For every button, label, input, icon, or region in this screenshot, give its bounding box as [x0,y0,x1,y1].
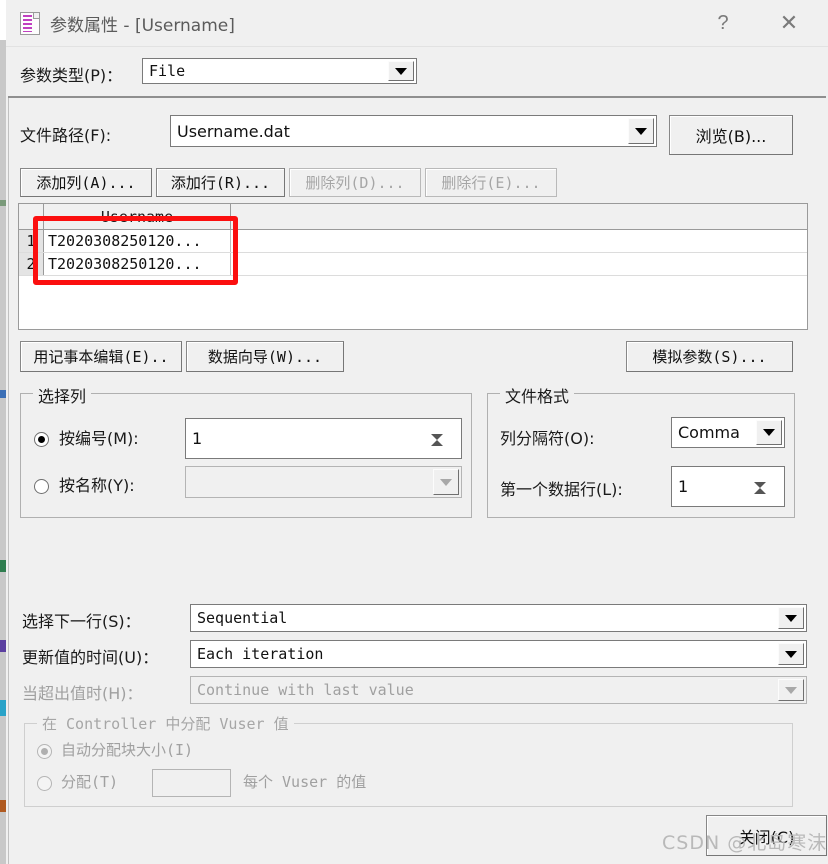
update-value-on-label: 更新值的时间(U)： [22,648,159,667]
first-data-row-label: 第一个数据行(L): [500,480,623,499]
allocate-vuser-values-group: 在 Controller 中分配 Vuser 值 自动分配块大小(I) 分配(T… [24,713,793,807]
data-wizard-button[interactable]: 数据向导(W)... [186,341,344,372]
browse-button[interactable]: 浏览(B)... [669,115,793,155]
select-next-row-label: 选择下一行(S)： [22,612,141,631]
update-value-on-value: Each iteration [197,645,324,663]
select-next-row-value: Sequential [197,609,288,627]
parameter-properties-icon [20,12,40,35]
when-out-of-values-value: Continue with last value [197,681,414,699]
row-header: 2 [19,253,44,275]
first-data-row-value: 1 [678,477,689,496]
first-data-row-spinner[interactable] [754,469,782,507]
file-path-label: 文件路径(F): [20,126,112,145]
allocate-vuser-group-title: 在 Controller 中分配 Vuser 值 [37,713,294,734]
row-header: 1 [19,230,44,252]
parameter-properties-dialog: 参数属性 - [Username] ? ✕ 参数类型(P)： File 文件路径… [0,0,828,864]
title-bar: 参数属性 - [Username] ? ✕ [6,0,828,47]
allocate-label: 分配(T) [61,773,119,791]
by-number-value: 1 [192,429,203,448]
column-delimiter-combo[interactable]: Comma [671,417,785,448]
chevron-down-icon[interactable] [628,118,654,144]
delete-row-button: 删除行(E)... [425,168,557,197]
param-type-combo[interactable]: File [142,58,417,84]
by-number-label: 按编号(M): [59,429,139,448]
update-value-on-combo[interactable]: Each iteration [190,640,807,668]
cell-username[interactable]: T2020308250120... [44,253,231,275]
grid-corner-cell [19,204,44,229]
table-row[interactable]: 2 T2020308250120... [19,253,807,276]
radio-auto-allocate-block-size [37,744,52,759]
help-icon[interactable]: ? [690,0,756,46]
by-number-input[interactable]: 1 [185,418,462,459]
chevron-down-icon[interactable] [778,607,804,629]
close-icon[interactable]: ✕ [756,0,822,46]
param-type-value: File [149,62,186,80]
chevron-down-icon[interactable] [756,420,782,445]
chevron-down-icon [433,469,459,495]
first-data-row-input[interactable]: 1 [671,466,785,507]
add-row-button[interactable]: 添加行(R)... [156,168,285,197]
spinner-down-icon[interactable] [431,434,459,459]
file-path-value: Username.dat [177,121,290,141]
window-title: 参数属性 - [Username] [50,16,235,36]
csdn-watermark: CSDN @北岛寒沫 [662,832,828,854]
radio-allocate [37,776,52,791]
spinner-down-icon[interactable] [754,482,782,507]
by-number-spinner[interactable] [431,421,459,459]
column-delimiter-label: 列分隔符(O): [500,429,595,448]
edit-with-notepad-button[interactable]: 用记事本编辑(E).. [20,341,182,372]
auto-allocate-label: 自动分配块大小(I) [61,741,194,759]
select-next-row-combo[interactable]: Sequential [190,604,807,632]
table-row[interactable]: 1 T2020308250120... [19,230,807,253]
radio-by-number[interactable] [34,432,49,447]
simulate-parameter-button[interactable]: 模拟参数(S)... [626,341,793,372]
chevron-down-icon [778,679,804,701]
when-out-of-values-label: 当超出值时(H)： [22,684,143,703]
allocate-suffix-label: 每个 Vuser 的值 [243,773,367,791]
grid-column-header-username[interactable]: Username [44,204,231,229]
window-edge-artifact [0,0,6,864]
when-out-of-values-combo: Continue with last value [190,676,807,704]
chevron-down-icon[interactable] [778,643,804,665]
column-delimiter-value: Comma [678,423,740,442]
allocate-value-input [152,769,231,797]
file-format-group-title: 文件格式 [500,383,575,407]
chevron-down-icon[interactable] [388,61,414,81]
param-type-label: 参数类型(P)： [20,66,123,85]
select-column-group-title: 选择列 [33,383,92,407]
delete-column-button: 删除列(D)... [289,168,421,197]
add-column-button[interactable]: 添加列(A)... [20,168,152,197]
file-path-combo[interactable]: Username.dat [170,115,657,147]
by-name-combo [185,466,462,498]
by-name-label: 按名称(Y): [59,476,135,495]
grid-header-row: Username [19,204,807,230]
parameter-data-grid[interactable]: Username 1 T2020308250120... 2 T20203082… [18,203,808,330]
cell-username[interactable]: T2020308250120... [44,230,231,252]
radio-by-name[interactable] [34,479,49,494]
